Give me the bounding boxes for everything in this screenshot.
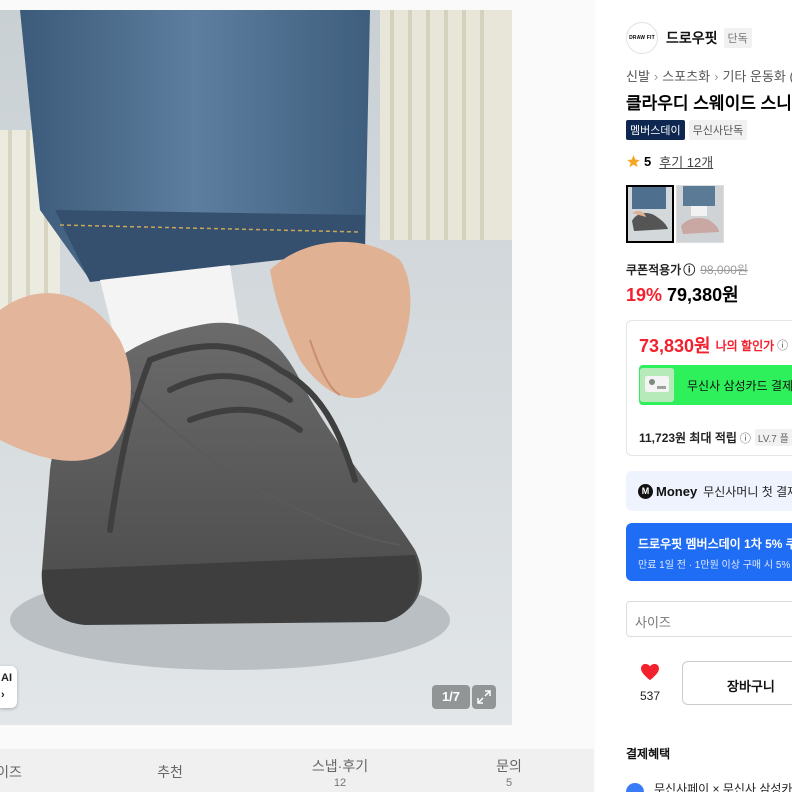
ai-arrow-icon: › [1,689,5,701]
expand-icon [477,690,491,704]
members-day-coupon-banner[interactable]: 드로우핏 멤버스데이 1차 5% 쿠 만료 1일 전 · 1만원 이상 구매 시… [626,523,792,581]
rating-row: 5 후기 12개 [626,152,713,171]
money-icon: M [638,483,653,499]
original-price: 98,000원 [700,263,748,277]
thumbnail-strip [626,185,724,243]
like-button[interactable]: 537 [626,663,674,705]
tab-label: 스냅·후기 [311,758,369,774]
star-icon [627,155,640,168]
payment-benefits-title: 결제혜택 [626,747,671,761]
tab-label: 추천 [157,764,183,780]
brand-name[interactable]: 드로우핏 [666,28,718,48]
review-count-link[interactable]: 후기 12개 [659,152,713,171]
expand-image-button[interactable] [472,685,496,709]
benefit-box: 73,830원 나의 할인가 ⓘ 무신사 삼성카드 결제 11,723원 최대 … [626,320,792,456]
size-select[interactable]: 사이즈 [626,601,792,637]
thumbnail-2[interactable] [676,185,724,243]
breadcrumb-item[interactable]: 기타 운동화 ( [722,69,792,84]
ai-badge-label: AI [1,672,12,684]
coupon-price-label: 쿠폰적용가 [626,263,682,277]
tab-size[interactable]: 이즈 [0,749,84,792]
info-icon[interactable]: ⓘ [683,261,695,278]
my-discount-price-row: 73,830원 나의 할인가 ⓘ [639,332,788,358]
product-tab-bar: 이즈 추천 스냅·후기 12 문의 5 [0,749,594,792]
level-badge: LV.7 플 [754,429,792,446]
my-discount-label: 나의 할인가 [715,338,775,353]
add-to-cart-button[interactable]: 장바구니 [682,661,792,705]
rating-score: 5 [644,154,652,169]
money-text: 무신사머니 첫 결제 [703,484,792,499]
ai-badge[interactable]: AI › [0,666,17,708]
breadcrumb-item[interactable]: 신발 [626,69,650,84]
max-points: 11,723원 최대 적립 [639,431,737,445]
coupon-price-label-row: 쿠폰적용가 ⓘ 98,000원 [626,261,748,278]
discount-rate: 19% [626,285,663,305]
thumbnail-image [677,186,723,242]
payment-benefit-row[interactable]: 무신사페이 × 무신사 삼성카 [626,775,792,792]
promo-title: 드로우핏 멤버스데이 1차 5% 쿠 [638,537,792,551]
info-icon[interactable]: ⓘ [740,430,751,446]
card-banner-text: 무신사 삼성카드 결제 [687,378,792,393]
info-icon[interactable]: ⓘ [777,337,788,353]
card-promo-image [640,368,674,402]
heart-icon [641,663,659,681]
breadcrumb-item[interactable]: 스포츠화 [662,69,710,84]
members-day-badge: 멤버스데이 [626,120,685,140]
thumbnail-image [628,187,672,241]
musinsa-money-banner[interactable]: M Money 무신사머니 첫 결제 [626,471,792,511]
tab-snap-review[interactable]: 스냅·후기 12 [265,749,415,792]
tab-recommend[interactable]: 추천 [95,749,245,792]
payment-benefit-text: 무신사페이 × 무신사 삼성카 [654,781,792,792]
sale-price: 79,380원 [667,285,739,305]
money-brand: Money [656,483,698,499]
like-count: 537 [639,689,661,703]
musinsa-exclusive-badge: 무신사단독 [688,120,748,140]
chevron-right-icon: › [653,69,659,84]
card-promo-illustration [640,368,674,402]
product-badges: 멤버스데이 무신사단독 [626,120,748,140]
tab-inquiry[interactable]: 문의 5 [434,749,584,792]
breadcrumb: 신발 › 스포츠화 › 기타 운동화 ( [626,66,792,85]
points-row: 11,723원 최대 적립 ⓘ LV.7 플 [639,429,792,446]
brand-logo[interactable]: DRAW FIT [626,22,658,54]
tab-count: 12 [333,777,347,789]
brand-exclusive-tag: 단독 [723,28,752,48]
product-title: 클라우디 스웨이드 스니커 [626,94,792,113]
product-photo-illustration [0,10,512,725]
payment-card-icon [626,783,644,792]
tab-label: 문의 [496,758,522,774]
brand-row[interactable]: DRAW FIT 드로우핏 단독 [626,22,752,54]
tab-label: 이즈 [0,764,22,780]
sale-price-row: 19% 79,380원 [626,281,739,307]
tab-count: 5 [505,777,513,789]
chevron-right-icon: › [714,69,719,84]
product-main-image[interactable] [0,10,512,725]
image-page-counter: 1/7 [432,685,470,709]
promo-subtitle: 만료 1일 전 · 1만원 이상 구매 시 5% [638,560,791,571]
samsung-card-banner[interactable]: 무신사 삼성카드 결제 [639,365,792,405]
my-discount-price: 73,830원 [639,336,711,356]
thumbnail-1[interactable] [626,185,674,243]
product-info-panel: DRAW FIT 드로우핏 단독 신발 › 스포츠화 › 기타 운동화 ( 클라우디 스… [610,0,792,792]
